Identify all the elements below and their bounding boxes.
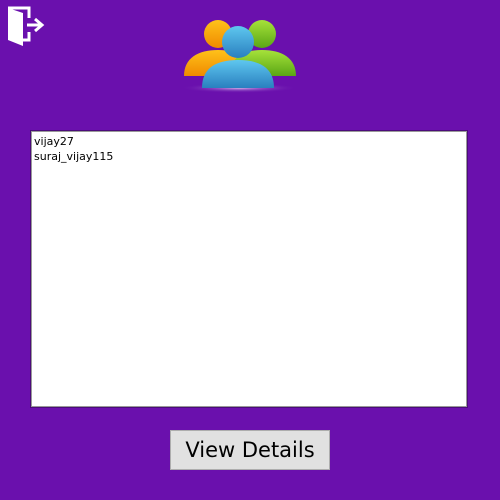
list-item[interactable]: vijay27 [34, 134, 464, 149]
view-details-button[interactable]: View Details [170, 430, 330, 470]
logout-button[interactable] [4, 4, 46, 46]
list-item[interactable]: suraj_vijay115 [34, 149, 464, 164]
logout-door-icon [8, 6, 45, 46]
users-listbox[interactable]: vijay27 suraj_vijay115 [30, 130, 468, 408]
users-group-icon [181, 20, 297, 93]
users-group-logo [180, 14, 300, 96]
